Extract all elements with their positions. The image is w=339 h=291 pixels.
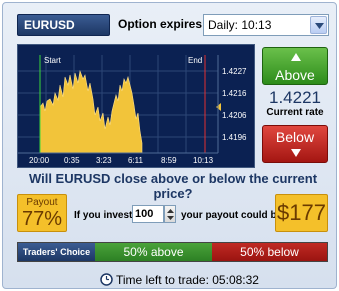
y-tick: 1.4227 bbox=[222, 67, 247, 76]
dropdown-arrow-button[interactable] bbox=[310, 16, 327, 34]
x-tick: 20:00 bbox=[29, 156, 50, 165]
asset-name: EURUSD bbox=[17, 14, 110, 36]
chevron-down-icon bbox=[315, 23, 324, 29]
expires-label: Option expires at bbox=[118, 17, 217, 31]
clock-icon bbox=[100, 273, 113, 286]
arrow-up-icon bbox=[291, 53, 301, 61]
above-button[interactable]: Above bbox=[262, 47, 328, 85]
price-chart: Start End 1.4227 1.4216 1.4206 1.4196 20… bbox=[17, 44, 255, 168]
price-area bbox=[39, 69, 143, 154]
current-rate-value: 1.4221 bbox=[269, 88, 321, 107]
x-tick: 0:35 bbox=[64, 156, 80, 165]
below-button-label: Below bbox=[275, 129, 315, 145]
x-tick: 8:59 bbox=[161, 156, 177, 165]
below-button[interactable]: Below bbox=[262, 125, 328, 163]
payout-percent-box: Payout 77% bbox=[17, 194, 67, 232]
stepper-down-icon[interactable] bbox=[167, 216, 174, 220]
chart-start-label: Start bbox=[44, 56, 61, 65]
x-tick: 10:13 bbox=[193, 156, 214, 165]
payout-label: your payout could be bbox=[181, 210, 283, 221]
stepper-up-icon[interactable] bbox=[167, 209, 174, 213]
expiry-dropdown[interactable]: Daily: 10:13 bbox=[203, 14, 329, 36]
payout-title: Payout bbox=[26, 197, 58, 208]
traders-choice-bar: Traders' Choice 50% above 50% below bbox=[17, 242, 328, 262]
traders-choice-label: Traders' Choice bbox=[18, 243, 95, 261]
invest-label: If you invest bbox=[74, 210, 133, 221]
y-tick: 1.4216 bbox=[222, 89, 247, 98]
x-tick: 6:11 bbox=[128, 156, 143, 165]
chart-end-label: End bbox=[188, 56, 203, 65]
y-tick: 1.4196 bbox=[222, 133, 247, 142]
time-left-text: Time left to trade: 05:08:32 bbox=[116, 273, 259, 287]
arrow-down-icon bbox=[291, 149, 301, 157]
payout-percent: 77% bbox=[21, 208, 63, 230]
invest-stepper[interactable] bbox=[164, 205, 176, 223]
invest-amount-input[interactable] bbox=[132, 205, 164, 223]
payout-amount: $177 bbox=[275, 194, 328, 232]
above-button-label: Above bbox=[275, 67, 315, 83]
traders-choice-above: 50% above bbox=[95, 243, 212, 261]
expiry-selected-value: Daily: 10:13 bbox=[208, 18, 272, 32]
x-tick: 3:23 bbox=[96, 156, 112, 165]
traders-choice-below: 50% below bbox=[212, 243, 327, 261]
binary-option-widget: EURUSD Option expires at Daily: 10:13 St… bbox=[2, 2, 337, 289]
y-tick: 1.4206 bbox=[222, 111, 247, 120]
current-rate-label: Current rate bbox=[266, 107, 324, 118]
